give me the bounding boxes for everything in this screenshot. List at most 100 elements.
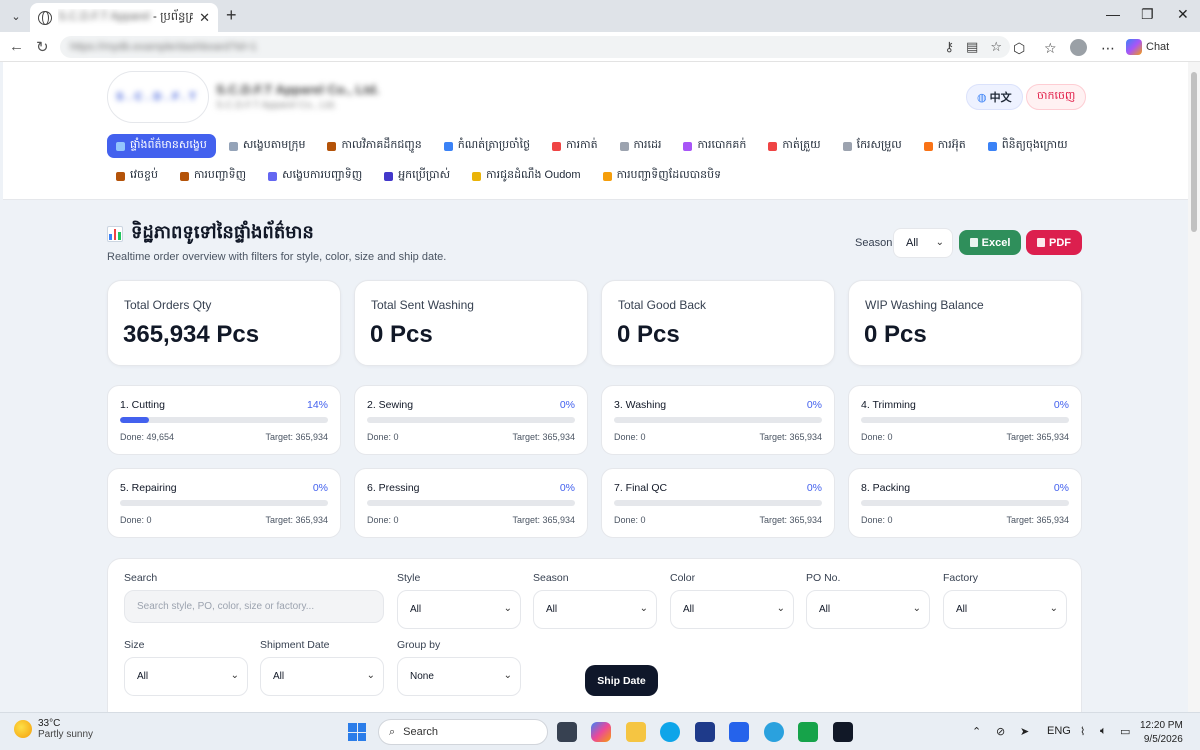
export-pdf-button[interactable]: PDF	[1026, 230, 1082, 255]
taskbar-search[interactable]: ⌕ Search	[378, 719, 548, 745]
tray-overflow-icon[interactable]: ⌃	[972, 725, 981, 738]
stage-target: Target: 365,934	[265, 515, 328, 525]
stage-card: 8. Packing 0% Done: 0 Target: 365,934	[848, 468, 1082, 538]
tab-close-icon[interactable]: ✕	[199, 10, 210, 26]
nav-item-row2-2[interactable]: សង្ខេបការបញ្ជាទិញ	[259, 164, 371, 188]
url-text: https://mydb.example/dashboard?id=1	[70, 41, 257, 53]
favorites-icon[interactable]: ☆	[1044, 40, 1057, 57]
window-close-icon[interactable]: ✕	[1177, 6, 1189, 23]
browser-tab[interactable]: S.C.D.F.T Apparel - ប្រព័ន្ធគ្រប់គ្រងរ ✕	[30, 3, 218, 32]
excel-app-icon[interactable]	[798, 722, 818, 742]
extensions-icon[interactable]: ⬡	[1013, 40, 1025, 57]
ship-date-button[interactable]: Ship Date	[585, 665, 658, 696]
file-explorer-icon[interactable]	[626, 722, 646, 742]
nav-item-row2-3[interactable]: អ្នកប្រើប្រាស់	[375, 164, 459, 188]
address-bar[interactable]: https://mydb.example/dashboard?id=1 ⚷ ▤ …	[60, 36, 1010, 58]
kpi-value: 365,934 Pcs	[123, 321, 260, 348]
maximize-icon[interactable]: ❐	[1141, 6, 1154, 23]
logout-button[interactable]: ចាកចេញ	[1026, 84, 1087, 110]
wifi-icon[interactable]: ⌇	[1080, 725, 1085, 738]
season-select[interactable]: All ⌄	[893, 228, 953, 258]
stage-card: 5. Repairing 0% Done: 0 Target: 365,934	[107, 468, 341, 538]
po-select[interactable]: All ⌄	[806, 590, 930, 629]
key-icon[interactable]: ⚷	[945, 39, 955, 55]
globe-icon	[38, 10, 52, 25]
stage-name: 1. Cutting	[120, 399, 165, 411]
more-menu-icon[interactable]: ⋯	[1101, 40, 1115, 57]
nav-item-row1-0[interactable]: ផ្ទាំងព័ត៌មានសង្ខេប	[107, 134, 216, 158]
edge-browser-icon[interactable]	[660, 722, 680, 742]
battery-icon[interactable]: ▭	[1120, 725, 1130, 738]
windows-taskbar: 33°C Partly sunny ⌕ Search ⌃ ⊘ ➤ ENG ⌇ 🔈…	[0, 712, 1200, 750]
nav-item-row2-4[interactable]: ការជូនដំណឹង Oudom	[463, 164, 589, 188]
nav-item-row1-6[interactable]: ការបោកគក់	[674, 134, 755, 158]
nav-item-row1-7[interactable]: កាត់ត្រួយ	[759, 134, 829, 158]
input-language[interactable]: ENG	[1047, 725, 1071, 737]
kpi-card-sent-washing: Total Sent Washing 0 Pcs	[354, 280, 588, 366]
nav-item-row1-8[interactable]: កែរសម្រួល	[834, 134, 911, 158]
size-select[interactable]: All ⌄	[124, 657, 248, 696]
terminal-icon[interactable]	[833, 722, 853, 742]
refresh-icon[interactable]: ↻	[36, 38, 49, 56]
nav-item-row1-3[interactable]: កំណត់ត្រាប្រចាំថ្ងៃ	[435, 134, 539, 158]
color-select[interactable]: All ⌄	[670, 590, 794, 629]
style-select[interactable]: All ⌄	[397, 590, 521, 629]
back-icon[interactable]: ←	[9, 38, 24, 55]
stage-name: 7. Final QC	[614, 482, 668, 494]
stage-done: Done: 0	[614, 515, 646, 525]
copilot-app-icon[interactable]	[591, 722, 611, 742]
nav-item-row2-5[interactable]: ការបញ្ជាទិញដែលបានបិទ	[594, 164, 731, 188]
stage-target: Target: 365,934	[1006, 432, 1069, 442]
scrollbar-thumb[interactable]	[1191, 72, 1197, 232]
nav-item-row1-4[interactable]: ការកាត់	[543, 134, 606, 158]
nav-item-icon	[987, 141, 997, 151]
nav-item-row1-2[interactable]: កាលវិភាគដឹកជញ្ជូន	[318, 134, 430, 158]
tab-list-chevron-icon[interactable]: ⌄	[6, 6, 26, 26]
search-input[interactable]: Search style, PO, color, size or factory…	[124, 590, 384, 623]
nav-item-label: ផ្ទាំងព័ត៌មានសង្ខេប	[130, 139, 207, 151]
nav-item-row1-10[interactable]: ពិនិត្យចុងក្រោយ	[979, 134, 1077, 158]
stage-name: 8. Packing	[861, 482, 911, 494]
nav-row-1: ផ្ទាំងព័ត៌មានសង្ខេប សង្ខេបតាមក្រុម កាលវិភា…	[107, 134, 1077, 158]
factory-select[interactable]: All ⌄	[943, 590, 1067, 629]
telegram-icon[interactable]	[764, 722, 784, 742]
system-clock[interactable]: 12:20 PM 9/5/2026	[1140, 719, 1183, 747]
stage-target: Target: 365,934	[1006, 515, 1069, 525]
windows-start-icon[interactable]	[348, 723, 366, 741]
minimize-icon[interactable]: —	[1106, 6, 1120, 22]
season-filter-select[interactable]: All ⌄	[533, 590, 657, 629]
language-button[interactable]: ◍ 中文	[966, 84, 1023, 110]
weather-widget[interactable]: 33°C Partly sunny	[14, 718, 93, 740]
chat-button[interactable]: Chat	[1126, 39, 1169, 55]
size-label: Size	[124, 639, 145, 651]
nav-item-row1-1[interactable]: សង្ខេបតាមក្រុម	[220, 134, 315, 158]
outlook-icon[interactable]	[729, 722, 749, 742]
store-icon[interactable]	[695, 722, 715, 742]
kpi-label: Total Sent Washing	[371, 298, 474, 312]
favorite-star-icon[interactable]: ☆	[990, 39, 1002, 55]
stage-target: Target: 365,934	[512, 515, 575, 525]
nav-item-row1-9[interactable]: ការអ៊ុត	[915, 134, 975, 158]
season-label: Season	[855, 237, 893, 249]
nav-item-row2-1[interactable]: ការបញ្ជាទិញ	[171, 164, 255, 188]
page-scrollbar[interactable]	[1188, 62, 1200, 712]
send-icon[interactable]: ➤	[1020, 725, 1029, 738]
temperature: 33°C	[38, 718, 61, 729]
stage-done: Done: 0	[120, 515, 152, 525]
network-off-icon[interactable]: ⊘	[996, 725, 1005, 738]
reader-icon[interactable]: ▤	[966, 39, 978, 55]
shipment-date-select[interactable]: All ⌄	[260, 657, 384, 696]
task-view-icon[interactable]	[557, 722, 577, 742]
volume-icon[interactable]: 🔈︎	[1100, 725, 1107, 738]
export-excel-button[interactable]: Excel	[959, 230, 1021, 255]
profile-avatar[interactable]	[1070, 39, 1087, 56]
stage-name: 6. Pressing	[367, 482, 420, 494]
weather-condition: Partly sunny	[38, 729, 94, 740]
nav-item-icon	[923, 141, 933, 151]
stage-progress-track	[367, 417, 575, 423]
stage-name: 3. Washing	[614, 399, 667, 411]
new-tab-icon[interactable]: +	[226, 5, 237, 26]
group-by-select[interactable]: None ⌄	[397, 657, 521, 696]
nav-item-row1-5[interactable]: ការដេរ	[611, 134, 671, 158]
nav-item-row2-0[interactable]: វេចខ្ចប់	[107, 164, 167, 188]
